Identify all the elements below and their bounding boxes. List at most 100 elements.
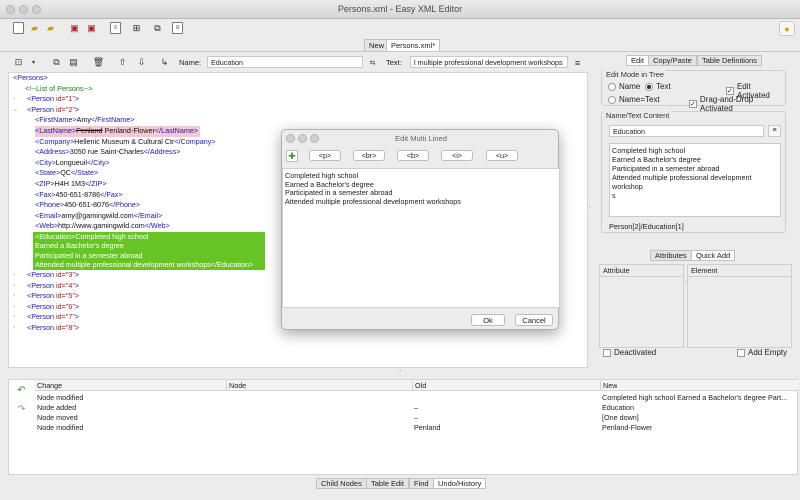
multi-line-text-area[interactable]: Completed high school Earned a Bachelor'… [282, 168, 560, 308]
tree-node-education-selected[interactable]: <Education>Completed high school Earned … [33, 232, 265, 270]
text-menu-icon[interactable]: ≡ [571, 56, 584, 69]
redo-icon[interactable]: ↷ [15, 404, 28, 417]
node-text-area[interactable]: Completed high school Earned a Bachelor'… [609, 143, 781, 217]
element-list[interactable]: Element [687, 264, 792, 348]
radio-icon[interactable] [608, 95, 616, 104]
tab-copy-paste[interactable]: Copy/Paste [648, 55, 697, 66]
expand-arrow-icon[interactable]: › [13, 270, 21, 281]
column-header-old[interactable]: Old [412, 381, 426, 390]
dropdown-arrow-icon[interactable]: ▾ [27, 56, 40, 69]
tab-table-definitions[interactable]: Table Definitions [697, 55, 763, 66]
add-empty-checkbox[interactable]: Add Empty [737, 348, 787, 357]
radio-text[interactable]: Text [645, 82, 671, 91]
insert-p-button[interactable]: <p> [309, 150, 341, 161]
tree-node-person-7[interactable]: › <Person id="7"> [13, 312, 79, 323]
splitter-handle-icon[interactable]: ⌃ [398, 369, 403, 376]
cancel-button[interactable]: Cancel [515, 314, 553, 326]
tree-node-person-2[interactable]: ⌄ <Person id="2"> [13, 105, 79, 116]
tree-node-phone[interactable]: <Phone>450-651-8076</Phone> [35, 200, 140, 211]
tree-node-person-5[interactable]: › <Person id="5"> [13, 291, 79, 302]
checkbox-icon[interactable] [603, 348, 611, 357]
table-row[interactable]: Node added – Education [35, 403, 799, 413]
tree-node-city[interactable]: <City>Longueuil</City> [35, 158, 110, 169]
save-as-icon[interactable]: ▣ [86, 22, 97, 34]
copy-icon[interactable]: ⧉ [50, 56, 63, 69]
tab-edit[interactable]: Edit [626, 55, 649, 66]
insert-u-button[interactable]: <u> [486, 150, 518, 161]
tree-node-persons[interactable]: <Persons> [13, 73, 48, 84]
delete-icon[interactable]: 🗑 [92, 56, 105, 69]
tab-find[interactable]: Find [409, 478, 434, 489]
insert-b-button[interactable]: <b> [397, 150, 429, 161]
open-folder-icon[interactable]: ▰ [29, 22, 40, 34]
tree-node-person-3[interactable]: › <Person id="3"> [13, 270, 79, 281]
column-header-node[interactable]: Node [226, 381, 246, 390]
expand-arrow-icon[interactable]: › [13, 291, 21, 302]
insert-br-button[interactable]: <br> [353, 150, 385, 161]
node-name-field[interactable]: Education [609, 125, 764, 137]
name-options-icon[interactable]: ⇆ [366, 56, 379, 69]
tab-persons-xml[interactable]: Persons.xml* [386, 39, 441, 51]
tree-node-person-4[interactable]: › <Person id="4"> [13, 281, 79, 292]
table-row[interactable]: Node modified Penland Penland-Flower [35, 423, 799, 433]
tree-node-address[interactable]: <Address>3050 rue Saint-Charles</Address… [35, 147, 180, 158]
checkmark-icon[interactable]: ✓ [689, 100, 697, 108]
lightbulb-icon[interactable]: ● [779, 21, 795, 36]
splitter-handle-icon[interactable]: ‹ [589, 205, 591, 211]
add-node-icon[interactable]: ⊡ [12, 56, 25, 69]
tree-node-person-8[interactable]: › <Person id="8"> [13, 323, 79, 334]
expand-arrow-icon[interactable]: › [13, 323, 21, 334]
expand-arrow-icon[interactable]: › [13, 312, 21, 323]
checkbox-icon[interactable] [737, 348, 745, 357]
tab-quick-add[interactable]: Quick Add [691, 250, 736, 261]
tree-node-person-6[interactable]: › <Person id="6"> [13, 302, 79, 313]
copy-document-icon[interactable]: ⧉ [152, 22, 163, 34]
tree-node-company[interactable]: <Company>Hellenic Museum & Cultural Ctr<… [35, 137, 216, 148]
collapse-arrow-icon[interactable]: ⌄ [13, 105, 21, 116]
ok-button[interactable]: Ok [471, 314, 505, 326]
new-file-icon[interactable] [13, 22, 24, 34]
attribute-list[interactable]: Attribute [599, 264, 684, 348]
radio-selected-icon[interactable] [645, 82, 653, 91]
tab-table-edit[interactable]: Table Edit [366, 478, 409, 489]
expand-arrow-icon[interactable]: › [13, 94, 21, 105]
table-row[interactable]: Node moved – [One down] [35, 413, 799, 423]
undo-icon[interactable]: ↶ [15, 385, 28, 398]
add-child-icon[interactable]: ↳ [158, 56, 171, 69]
column-header-change[interactable]: Change [37, 381, 62, 390]
table-row[interactable]: Node modified Completed high school Earn… [35, 393, 799, 403]
column-header-new[interactable]: New [600, 381, 617, 390]
radio-name-text[interactable]: Name=Text [608, 95, 660, 104]
text-document-icon[interactable]: ≡ [172, 22, 183, 34]
tree-node-zip[interactable]: <ZIP>H4H 1M3</ZIP> [35, 179, 107, 190]
text-field[interactable]: l multiple professional development work… [410, 56, 568, 68]
tab-child-nodes[interactable]: Child Nodes [316, 478, 367, 489]
undo-history-table[interactable]: ↶ ↷ Change Node Old New Node modified Co… [8, 379, 799, 475]
name-field[interactable]: Education [207, 56, 363, 68]
checkmark-icon[interactable]: ✓ [726, 87, 734, 95]
tree-node-web[interactable]: <Web>http://www.gamingwild.com</Web> [35, 221, 170, 232]
paste-icon[interactable]: ▤ [67, 56, 80, 69]
save-icon[interactable]: ▣ [69, 22, 80, 34]
tree-node-person-1[interactable]: › <Person id="1"> [13, 94, 79, 105]
insert-i-button[interactable]: <i> [441, 150, 473, 161]
open-recent-icon[interactable]: ▰ [45, 22, 56, 34]
tree-node-state[interactable]: <State>QC</State> [35, 168, 98, 179]
radio-icon[interactable] [608, 82, 616, 91]
name-menu-icon[interactable]: ≡ [768, 125, 781, 137]
deactivated-checkbox[interactable]: Deactivated [603, 348, 656, 357]
tree-node-comment[interactable]: <!--List of Persons--> [25, 84, 93, 95]
tree-node-firstname[interactable]: <FirstName>Amy</FirstName> [35, 115, 134, 126]
radio-name[interactable]: Name [608, 82, 640, 91]
tab-undo-history[interactable]: Undo/History [433, 478, 487, 489]
move-up-icon[interactable]: ⇧ [116, 56, 129, 69]
tree-node-fax[interactable]: <Fax>450-651-8786</Fax> [35, 190, 123, 201]
move-down-icon[interactable]: ⇩ [135, 56, 148, 69]
structure-icon[interactable]: ⊞ [131, 22, 142, 34]
tree-node-lastname[interactable]: <LastName>Penland Penland-Flower</LastNa… [35, 126, 201, 137]
expand-arrow-icon[interactable]: › [13, 281, 21, 292]
add-tag-icon[interactable]: ✚ [286, 150, 298, 162]
tree-node-email[interactable]: <Email>amy@gamingwild.com</Email> [35, 211, 162, 222]
expand-arrow-icon[interactable]: › [13, 302, 21, 313]
tab-attributes[interactable]: Attributes [650, 250, 692, 261]
